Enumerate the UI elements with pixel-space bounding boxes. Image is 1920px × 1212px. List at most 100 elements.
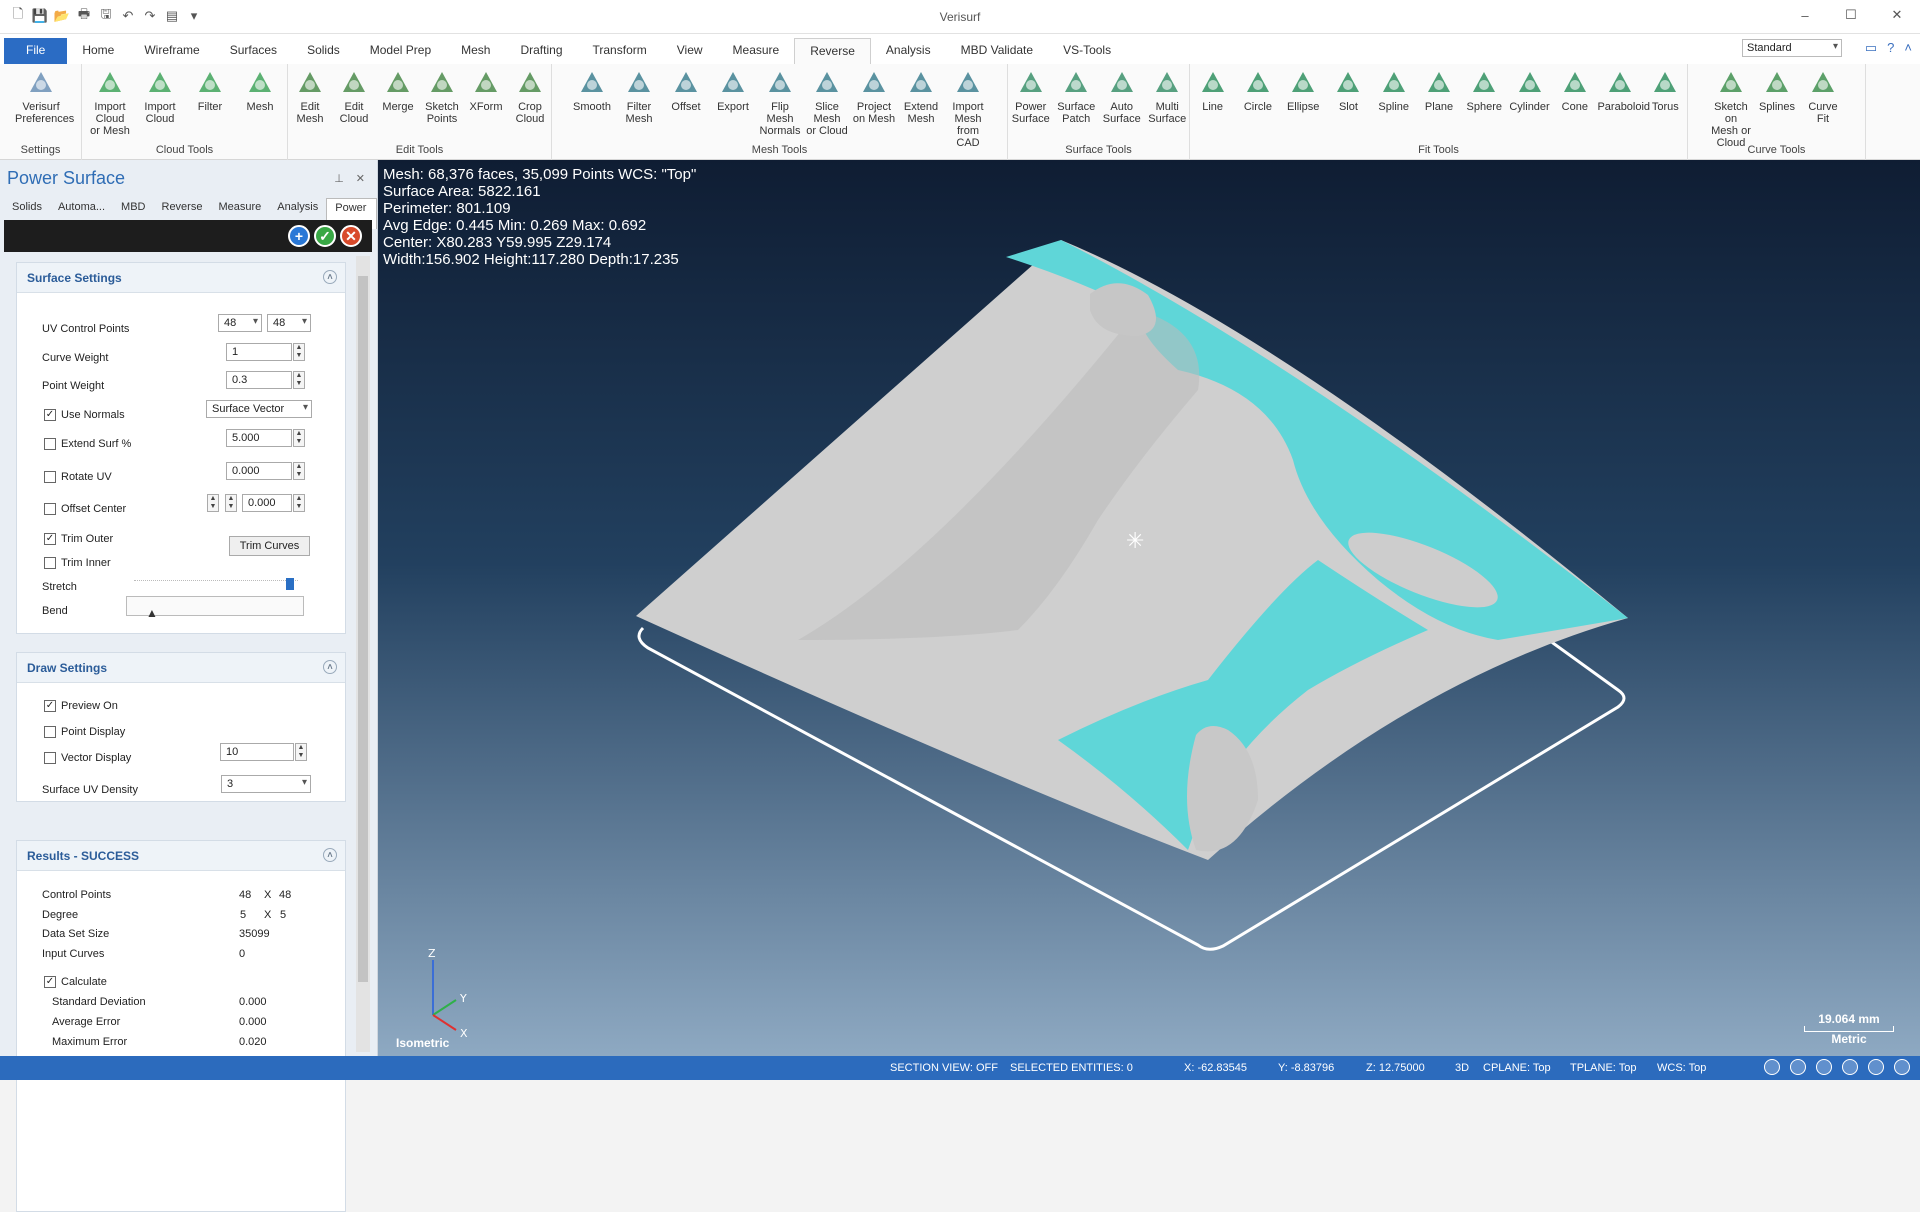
slice-mesh-or-cloud-button[interactable]: Slice Mesh or Cloud <box>804 68 851 137</box>
surface-model[interactable]: ✳ Z Y X <box>378 160 1920 1056</box>
vector-display-stepper[interactable]: ▲ ▼ <box>295 743 307 761</box>
curve-fit-button[interactable]: Curve Fit <box>1800 68 1846 125</box>
cplane-status[interactable]: CPLANE: Top <box>1483 1062 1551 1074</box>
curve-weight-field[interactable]: 1 <box>226 343 292 361</box>
display-icon[interactable] <box>1894 1059 1910 1075</box>
trim-inner-checkbox[interactable] <box>44 557 56 569</box>
extend-mesh-button[interactable]: Extend Mesh <box>898 68 945 125</box>
offset-center-stepper[interactable]: ▲ ▼ <box>293 494 305 512</box>
collapse-icon[interactable]: ˄ <box>323 848 337 862</box>
panel-close-icon[interactable]: ✕ <box>356 172 365 185</box>
collapse-icon[interactable]: ˄ <box>323 660 337 674</box>
circle-button[interactable]: Circle <box>1235 68 1280 113</box>
project-on-mesh-button[interactable]: Project on Mesh <box>851 68 898 125</box>
tab-home[interactable]: Home <box>67 38 129 64</box>
cancel-icon[interactable]: ✕ <box>340 225 362 247</box>
crop-cloud-button[interactable]: Crop Cloud <box>508 68 552 125</box>
smooth-button[interactable]: Smooth <box>569 68 616 113</box>
cone-button[interactable]: Cone <box>1552 68 1597 113</box>
stretch-slider-thumb[interactable] <box>286 578 294 590</box>
tab-file[interactable]: File <box>4 38 68 64</box>
splines-button[interactable]: Splines <box>1754 68 1800 113</box>
workspace-select[interactable]: Standard <box>1742 39 1842 57</box>
globe-icon[interactable] <box>1764 1059 1780 1075</box>
preview-on-checkbox[interactable]: ✓ <box>44 700 56 712</box>
auto-surface-button[interactable]: Auto Surface <box>1099 68 1145 125</box>
edit-mesh-button[interactable]: Edit Mesh <box>288 68 332 125</box>
collapse-icon[interactable]: ˄ <box>323 270 337 284</box>
section-view-status[interactable]: SECTION VIEW: OFF <box>890 1062 998 1074</box>
paraboloid-button[interactable]: Paraboloid <box>1597 68 1650 113</box>
surface-uv-density-select[interactable]: 3 <box>221 775 311 793</box>
point-weight-field[interactable]: 0.3 <box>226 371 292 389</box>
import-cloud-button[interactable]: Import Cloud <box>135 68 185 125</box>
tab-view[interactable]: View <box>662 38 718 64</box>
add-icon[interactable]: + <box>288 225 310 247</box>
cylinder-button[interactable]: Cylinder <box>1507 68 1552 113</box>
tab-surfaces[interactable]: Surfaces <box>215 38 292 64</box>
surface-patch-button[interactable]: Surface Patch <box>1054 68 1100 125</box>
rotate-uv-field[interactable]: 0.000 <box>226 462 292 480</box>
trim-curves-button[interactable]: Trim Curves <box>229 536 310 556</box>
tab-analysis[interactable]: Analysis <box>871 38 946 64</box>
shading-icon[interactable] <box>1842 1059 1858 1075</box>
surface-settings-header[interactable]: Surface Settings ˄ <box>17 263 345 293</box>
ellipse-button[interactable]: Ellipse <box>1281 68 1326 113</box>
torus-button[interactable]: Torus <box>1643 68 1688 113</box>
tplane-status[interactable]: TPLANE: Top <box>1570 1062 1636 1074</box>
extend-surf-stepper[interactable]: ▲ ▼ <box>293 429 305 447</box>
offset-button[interactable]: Offset <box>663 68 710 113</box>
offset-center-checkbox[interactable] <box>44 503 56 515</box>
filter-button[interactable]: Filter <box>185 68 235 113</box>
world-icon[interactable] <box>1790 1059 1806 1075</box>
filter-mesh-button[interactable]: Filter Mesh <box>616 68 663 125</box>
extend-surf-checkbox[interactable] <box>44 438 56 450</box>
verisurf-preferences-button[interactable]: Verisurf Preferences <box>15 68 74 125</box>
tab-measure[interactable]: Measure <box>718 38 795 64</box>
view-mode-status[interactable]: 3D <box>1455 1062 1469 1074</box>
export-button[interactable]: Export <box>710 68 757 113</box>
results-header[interactable]: Results - SUCCESS ˄ <box>17 841 345 871</box>
point-display-checkbox[interactable] <box>44 726 56 738</box>
normals-mode-select[interactable]: Surface Vector <box>206 400 312 418</box>
render-icon[interactable] <box>1868 1059 1884 1075</box>
slot-button[interactable]: Slot <box>1326 68 1371 113</box>
point-weight-stepper[interactable]: ▲ ▼ <box>293 371 305 389</box>
tab-vs-tools[interactable]: VS-Tools <box>1048 38 1126 64</box>
power-surface-button[interactable]: Power Surface <box>1008 68 1054 125</box>
vector-display-checkbox[interactable] <box>44 752 56 764</box>
tab-wireframe[interactable]: Wireframe <box>129 38 214 64</box>
collapse-ribbon-icon[interactable]: ˄ <box>1904 40 1912 56</box>
grid-icon[interactable] <box>1816 1059 1832 1075</box>
tab-solids[interactable]: Solids <box>292 38 355 64</box>
trim-outer-checkbox[interactable]: ✓ <box>44 533 56 545</box>
plane-button[interactable]: Plane <box>1416 68 1461 113</box>
spline-button[interactable]: Spline <box>1371 68 1416 113</box>
ok-icon[interactable]: ✓ <box>314 225 336 247</box>
tab-mesh[interactable]: Mesh <box>446 38 505 64</box>
v-control-points-select[interactable]: 48 <box>267 314 311 332</box>
wcs-status[interactable]: WCS: Top <box>1657 1062 1706 1074</box>
rotate-uv-checkbox[interactable] <box>44 471 56 483</box>
maximize-icon[interactable]: ☐ <box>1828 0 1874 30</box>
chat-icon[interactable]: ▭ <box>1865 40 1877 56</box>
close-icon[interactable]: ✕ <box>1874 0 1920 30</box>
sphere-button[interactable]: Sphere <box>1462 68 1507 113</box>
calculate-checkbox[interactable]: ✓ <box>44 976 56 988</box>
offset-center-field[interactable]: 0.000 <box>242 494 292 512</box>
scrollbar-thumb[interactable] <box>358 276 368 982</box>
extend-surf-field[interactable]: 5.000 <box>226 429 292 447</box>
3d-viewport[interactable]: Mesh: 68,376 faces, 35,099 Points WCS: "… <box>378 160 1920 1056</box>
offset-u-stepper[interactable]: ▲ ▼ <box>207 494 219 512</box>
xform-button[interactable]: XForm <box>464 68 508 113</box>
draw-settings-header[interactable]: Draw Settings ˄ <box>17 653 345 683</box>
use-normals-checkbox[interactable]: ✓ <box>44 409 56 421</box>
mesh-button[interactable]: Mesh <box>235 68 285 113</box>
merge-button[interactable]: Merge <box>376 68 420 113</box>
edit-cloud-button[interactable]: Edit Cloud <box>332 68 376 125</box>
help-icon[interactable]: ? <box>1887 40 1894 56</box>
stretch-slider-track[interactable] <box>134 580 298 590</box>
tab-drafting[interactable]: Drafting <box>505 38 577 64</box>
import-mesh-from-cad-button[interactable]: Import Mesh from CAD <box>945 68 992 149</box>
tab-reverse[interactable]: Reverse <box>794 38 871 64</box>
